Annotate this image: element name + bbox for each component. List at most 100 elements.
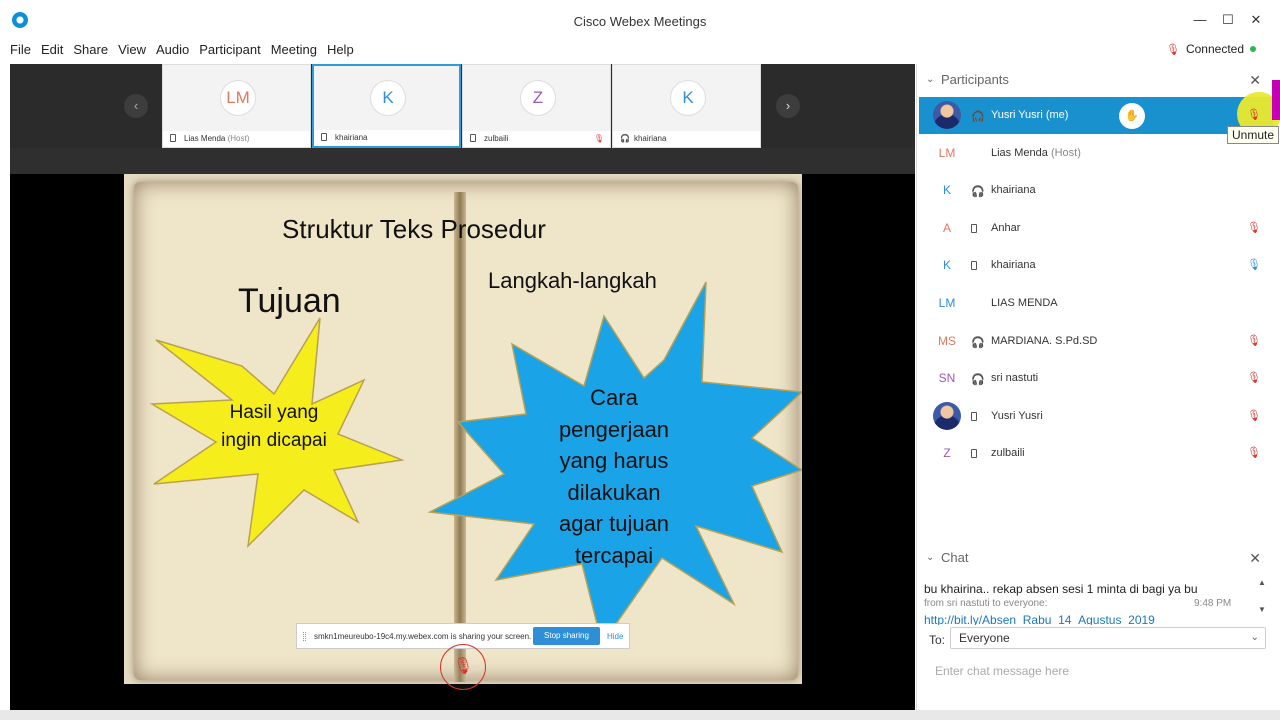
menu-view[interactable]: View [118, 42, 146, 60]
participant-name-text: khairiana [991, 184, 1036, 197]
raise-hand-icon[interactable]: ✋ [1119, 103, 1145, 129]
participant-row[interactable]: MS 🎧 MARDIANA. S.Pd.SD 🎙 [919, 323, 1273, 360]
chat-link[interactable]: http://bit.ly/Absen_Rabu_14_Agustus_2019 [924, 613, 1244, 625]
hide-button[interactable]: Hide [607, 632, 623, 641]
chat-close-icon[interactable]: ✕ [1249, 542, 1261, 574]
participant-row[interactable]: SN 🎧 sri nastuti 🎙 [919, 360, 1273, 397]
to-label: To: [929, 633, 946, 647]
participant-row[interactable]: 🎧 Yusri Yusri (me) ✋ 🎙 [919, 92, 1280, 136]
thumbnail-lias-menda[interactable]: LM Lias Menda (Host) [162, 64, 311, 148]
chat-section: ⌄ Chat ✕ bu khairina.. rekap absen sesi … [917, 542, 1273, 710]
collapse-chevron-icon[interactable]: ⌄ [926, 542, 934, 574]
participant-row[interactable]: Zzulbaili 🎙 [919, 435, 1273, 472]
participant-row[interactable]: Yusri Yusri 🎙 [919, 398, 1273, 435]
menu-edit[interactable]: Edit [41, 42, 63, 60]
desktop-edge-strip [1272, 80, 1280, 120]
menu-file[interactable]: File [10, 42, 31, 60]
participant-row[interactable]: K 🎧 khairiana [919, 172, 1273, 209]
chat-message-input[interactable] [927, 656, 1265, 706]
chat-time: 9:48 PM [1194, 598, 1232, 609]
mic-muted-icon: 🎙 [593, 134, 604, 143]
connection-status: 🎙 Connected [1166, 42, 1257, 56]
avatar: LM [933, 138, 961, 167]
mic-muted-icon[interactable]: 🎙 [1247, 334, 1261, 347]
mic-muted-icon[interactable]: 🎙 [1247, 409, 1261, 422]
blue-star-line: dilakukan [567, 479, 661, 505]
menu-help[interactable]: Help [327, 42, 354, 60]
yellow-star-line: ingin dicapai [221, 430, 327, 451]
participants-header[interactable]: ⌄ Participants ✕ [917, 64, 1273, 96]
sharing-text: smkn1meureubo-19c4.my.webex.com is shari… [314, 632, 532, 641]
participant-name-text: Yusri Yusri [991, 409, 1043, 422]
chat-header[interactable]: ⌄ Chat ✕ [917, 542, 1273, 574]
minimize-button[interactable]: — [1190, 10, 1210, 30]
mic-muted-icon[interactable]: 🎙 [1247, 108, 1261, 121]
thumbnail-label: 🎧 khairiana [613, 131, 760, 147]
blue-star-line: agar tujuan [558, 511, 670, 536]
participant-name: Yusri Yusri (me) [991, 109, 1068, 121]
avatar [933, 101, 961, 129]
mic-muted-icon: 🎙 [452, 658, 474, 675]
menu-participant[interactable]: Participant [199, 42, 260, 60]
chat-recipient-select[interactable]: Everyone ⌄ [950, 627, 1266, 649]
chevron-down-icon: ⌄ [1250, 632, 1259, 643]
yellow-star-text: Hasil yang ingin dicapai [184, 399, 364, 455]
participant-name: Lias Menda (Host) [991, 147, 1081, 159]
participants-title: Participants [941, 72, 1009, 87]
mic-active-icon[interactable]: 🎙 [1247, 258, 1261, 271]
participant-row[interactable]: LM Lias Menda (Host) [919, 135, 1273, 172]
participant-row[interactable]: A Anhar 🎙 [919, 210, 1273, 247]
menu-audio[interactable]: Audio [156, 42, 189, 60]
content-stage: ‹ LM Lias Menda (Host) K khairiana Z zul… [10, 64, 915, 710]
chat-title: Chat [941, 550, 969, 565]
phone-icon [971, 411, 977, 421]
participant-row[interactable]: LM LIAS MENDA [919, 285, 1273, 322]
chat-scrollbar[interactable]: ▲ ▼ [1256, 578, 1268, 626]
participant-name-text: sri nastuti [991, 372, 1039, 385]
avatar: MS [933, 326, 961, 355]
avatar: LM [220, 80, 256, 116]
thumbnail-name: khairiana [633, 134, 667, 143]
shared-slide: Struktur Teks Prosedur Tujuan Langkah-la… [124, 174, 802, 684]
participant-name: zulbaili [991, 447, 1025, 459]
thumbnails-prev-button[interactable]: ‹ [124, 94, 148, 118]
maximize-button[interactable]: ☐ [1218, 10, 1238, 30]
thumbnail-name: Lias Menda [184, 134, 226, 143]
participant-row[interactable]: Kkhairiana 🎙 [919, 247, 1273, 284]
thumbnails-next-button[interactable]: › [776, 94, 800, 118]
thumbnail-khairiana-active[interactable]: K khairiana [312, 64, 461, 148]
collapse-chevron-icon[interactable]: ⌄ [926, 64, 934, 96]
mic-muted-icon[interactable]: 🎙 [1247, 446, 1261, 459]
mic-muted-icon[interactable]: 🎙 [1247, 371, 1261, 384]
participant-name-text: LIAS MENDA [991, 297, 1058, 309]
connection-label: Connected [1185, 42, 1245, 56]
chat-sender: from sri nastuti to everyone: [924, 598, 1048, 609]
menu-share[interactable]: Share [73, 42, 108, 60]
close-button[interactable]: ✕ [1246, 10, 1266, 30]
mic-muted-icon[interactable]: 🎙 [1166, 43, 1180, 56]
slide-heading-langkah: Langkah-langkah [488, 268, 657, 293]
participant-name-text: Lias Menda [991, 146, 1048, 159]
phone-icon [170, 134, 176, 142]
participant-name-text: khairiana [991, 259, 1036, 272]
participant-name: LIAS MENDA [991, 297, 1058, 309]
avatar: K [370, 80, 406, 116]
thumbnail-zulbaili[interactable]: Z zulbaili 🎙 [462, 64, 611, 148]
participant-name: khairiana [991, 184, 1036, 196]
slide-title: Struktur Teks Prosedur [282, 214, 546, 244]
drag-handle-icon[interactable] [303, 632, 306, 641]
stop-sharing-button[interactable]: Stop sharing [533, 627, 600, 645]
avatar: K [670, 80, 706, 116]
thumbnail-khairiana[interactable]: K 🎧 khairiana [612, 64, 761, 148]
webex-window: Cisco Webex Meetings — ☐ ✕ File Edit Sha… [0, 0, 1280, 720]
blue-star-line: Cara [590, 385, 638, 410]
participant-name: Yusri Yusri [991, 410, 1043, 422]
avatar: K [933, 176, 961, 205]
mic-muted-icon[interactable]: 🎙 [1247, 221, 1261, 234]
yellow-star-line: Hasil yang [229, 402, 319, 423]
headset-icon: 🎧 [971, 336, 985, 349]
floating-mute-button[interactable]: 🎙 [440, 644, 486, 690]
participant-name: MARDIANA. S.Pd.SD [991, 335, 1097, 347]
menu-meeting[interactable]: Meeting [271, 42, 317, 60]
headset-icon: 🎧 [620, 134, 630, 143]
